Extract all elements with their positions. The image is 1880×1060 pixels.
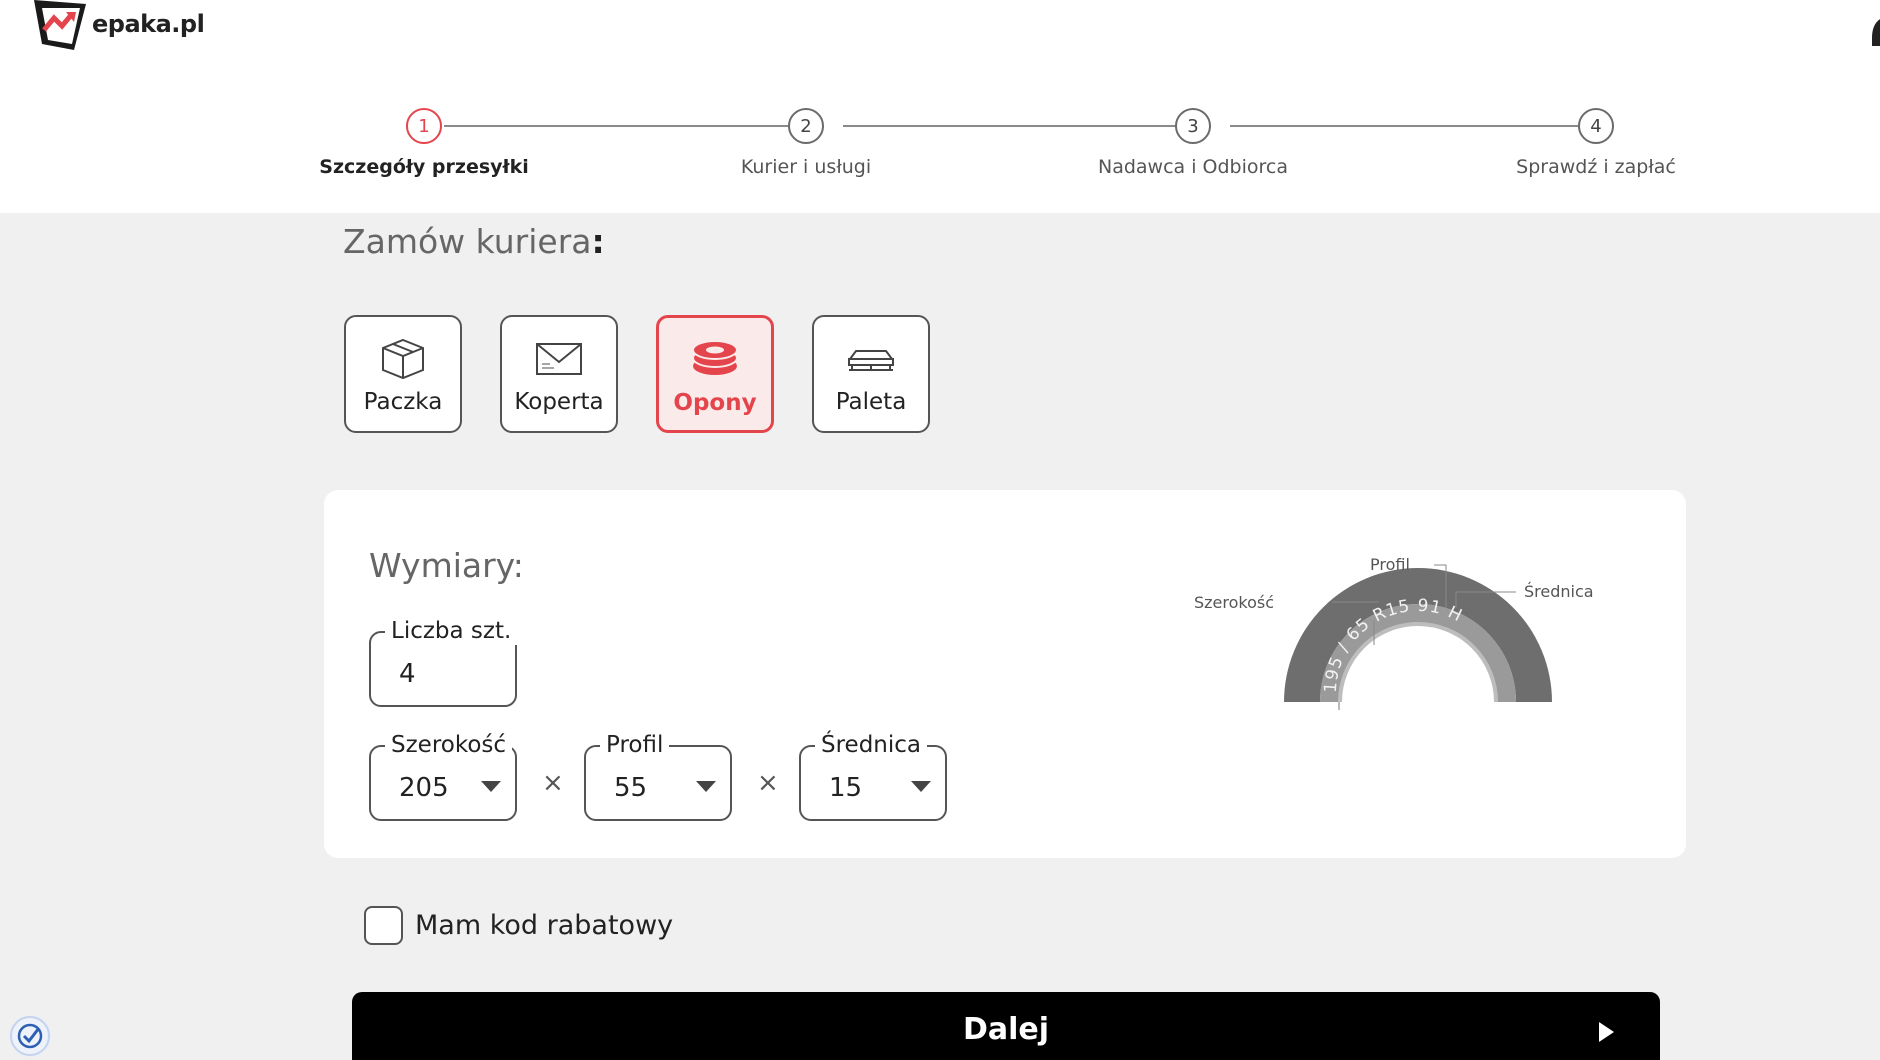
step-number: 1 bbox=[406, 108, 442, 144]
diameter-label: Średnica bbox=[815, 731, 928, 759]
envelope-icon bbox=[536, 343, 582, 375]
header: epaka.pl 1 Szczegóły przesyłki 2 Kurier … bbox=[0, 0, 1880, 213]
step-number: 4 bbox=[1578, 108, 1614, 144]
order-title-text: Zamów kuriera bbox=[343, 222, 592, 261]
profile-label: Profil bbox=[600, 731, 670, 759]
step-label: Sprawdź i zapłać bbox=[1516, 156, 1676, 178]
times-separator: × bbox=[542, 768, 564, 798]
width-label: Szerokość bbox=[385, 731, 513, 759]
order-title: Zamów kuriera: bbox=[343, 222, 605, 261]
profile-value: 55 bbox=[614, 773, 648, 803]
type-label: Paczka bbox=[363, 389, 443, 415]
quantity-input[interactable]: Liczba szt. 4 bbox=[369, 617, 518, 707]
discount-checkbox[interactable] bbox=[364, 906, 403, 945]
type-button-tires[interactable]: Opony bbox=[656, 315, 774, 433]
logo-icon bbox=[34, 0, 86, 50]
chevron-down-icon bbox=[911, 781, 931, 792]
chevron-down-icon bbox=[481, 781, 501, 792]
times-separator: × bbox=[757, 768, 779, 798]
type-label: Koperta bbox=[514, 389, 604, 415]
step-label: Szczegóły przesyłki bbox=[319, 156, 529, 178]
quantity-label: Liczba szt. bbox=[385, 617, 518, 645]
type-button-pallet[interactable]: Paleta bbox=[812, 315, 930, 433]
diagram-profile-label: Profil bbox=[1370, 555, 1410, 574]
order-title-colon: : bbox=[591, 222, 605, 261]
step-number: 2 bbox=[788, 108, 824, 144]
dimensions-title: Wymiary: bbox=[369, 546, 524, 585]
diagram-diameter-label: Średnica bbox=[1524, 582, 1594, 601]
dimensions-card: Wymiary: Liczba szt. 4 Szerokość 205 × P… bbox=[324, 490, 1686, 858]
user-icon[interactable] bbox=[1868, 16, 1880, 46]
step-label: Nadawca i Odbiorca bbox=[1097, 156, 1288, 178]
step-courier[interactable]: 2 Kurier i usługi bbox=[656, 108, 956, 178]
type-button-package[interactable]: Paczka bbox=[344, 315, 462, 433]
diagram-width-label: Szerokość bbox=[1194, 593, 1274, 612]
next-button[interactable]: Dalej bbox=[352, 992, 1660, 1060]
type-label: Opony bbox=[673, 390, 757, 416]
brand-name: epaka.pl bbox=[92, 10, 205, 38]
discount-label[interactable]: Mam kod rabatowy bbox=[415, 910, 673, 941]
diameter-value: 15 bbox=[829, 773, 863, 803]
width-select[interactable]: Szerokość 205 bbox=[369, 731, 517, 821]
diameter-select[interactable]: Średnica 15 bbox=[799, 731, 947, 821]
type-label: Paleta bbox=[835, 389, 907, 415]
step-details[interactable]: 1 Szczegóły przesyłki bbox=[274, 108, 574, 178]
step-sender-recipient[interactable]: 3 Nadawca i Odbiorca bbox=[1043, 108, 1343, 178]
type-button-envelope[interactable]: Koperta bbox=[500, 315, 618, 433]
logo[interactable]: epaka.pl bbox=[30, 0, 205, 52]
profile-select[interactable]: Profil 55 bbox=[584, 731, 732, 821]
step-label: Kurier i usługi bbox=[740, 156, 872, 178]
tire-size-diagram: 195 / 65 R15 91 H Szerokość Profil Średn… bbox=[1194, 555, 1594, 710]
step-number: 3 bbox=[1175, 108, 1211, 144]
verified-badge-icon[interactable] bbox=[9, 1015, 51, 1057]
next-button-label: Dalej bbox=[962, 1012, 1050, 1047]
pallet-icon bbox=[848, 350, 894, 371]
step-review-pay[interactable]: 4 Sprawdź i zapłać bbox=[1446, 108, 1746, 178]
tires-icon bbox=[692, 340, 738, 375]
play-arrow-icon bbox=[1599, 1022, 1614, 1042]
box-icon bbox=[382, 338, 424, 380]
chevron-down-icon bbox=[696, 781, 716, 792]
quantity-value: 4 bbox=[399, 659, 416, 689]
width-value: 205 bbox=[399, 773, 449, 803]
